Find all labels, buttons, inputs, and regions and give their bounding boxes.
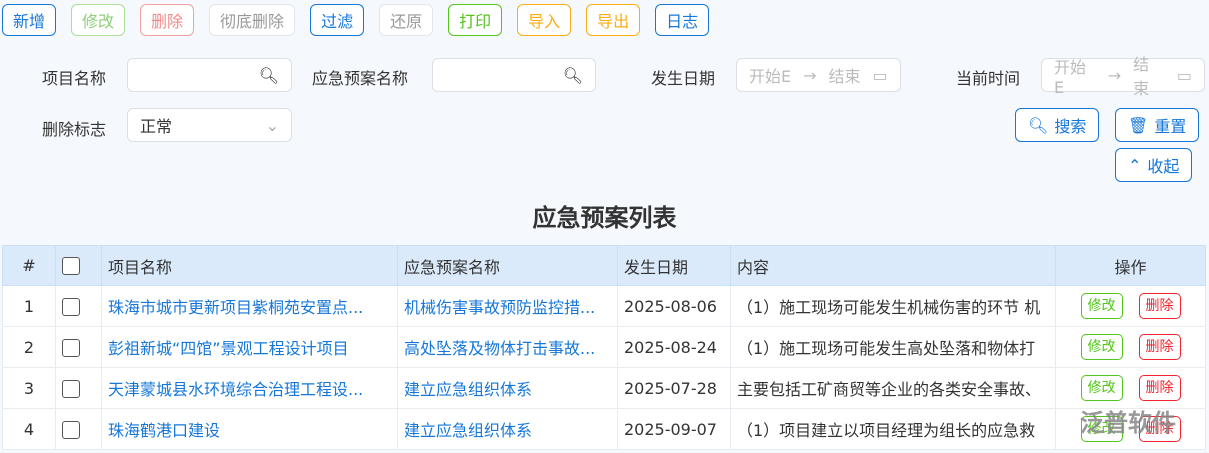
content-cell: 主要包括工矿商贸等企业的各类安全事故、 xyxy=(730,367,1056,409)
column-header-5: 内容 xyxy=(730,245,1056,286)
toolbar-button-2[interactable]: 删除 xyxy=(140,4,195,36)
column-header-0: # xyxy=(2,245,56,286)
date-cell: 2025-08-06 xyxy=(617,285,731,327)
plan-name-link[interactable]: 建立应急组织体系 xyxy=(397,367,618,409)
row-checkbox[interactable] xyxy=(62,379,80,398)
edit-button[interactable]: 修改 xyxy=(1080,375,1123,401)
search-label: 搜索 xyxy=(1054,117,1087,136)
time-range-picker[interactable]: 开始E → 结束 ▭ xyxy=(1041,55,1205,98)
current-time-label: 当前时间 xyxy=(956,69,1021,88)
actions-cell: 修改 删除 xyxy=(1055,326,1206,368)
start-time: 开始E xyxy=(1054,57,1087,97)
project-name-input[interactable]: 🔍︎ xyxy=(127,58,292,92)
row-index: 2 xyxy=(2,326,56,368)
edit-button[interactable]: 修改 xyxy=(1080,293,1123,319)
toolbar-button-8[interactable]: 导出 xyxy=(586,4,641,36)
delete-button[interactable]: 删除 xyxy=(1138,293,1181,319)
trash-icon: 🗑︎ xyxy=(1128,115,1149,135)
edit-button[interactable]: 修改 xyxy=(1080,334,1123,360)
row-checkbox-cell xyxy=(55,408,102,450)
project-name-label: 项目名称 xyxy=(42,69,107,88)
table-row: 2 彭祖新城“四馆”景观工程设计项目 高处坠落及物体打击事故... 2025-0… xyxy=(2,326,1206,368)
date-label: 发生日期 xyxy=(651,69,716,88)
start-date: 开始E xyxy=(749,67,792,86)
selected-value: 正常 xyxy=(140,117,173,136)
column-header-2: 项目名称 xyxy=(101,245,398,286)
toolbar-button-9[interactable]: 日志 xyxy=(655,4,710,36)
project-name-link[interactable]: 珠海鹤港口建设 xyxy=(101,408,398,450)
delete-button[interactable]: 删除 xyxy=(1138,334,1181,360)
toolbar-button-4[interactable]: 过滤 xyxy=(310,4,365,36)
project-name-link[interactable]: 彭祖新城“四馆”景观工程设计项目 xyxy=(101,326,398,368)
toolbar-button-5[interactable]: 还原 xyxy=(379,4,434,36)
table-row: 4 珠海鹤港口建设 建立应急组织体系 2025-09-07 （1）项目建立以项目… xyxy=(2,408,1206,450)
plan-name-input[interactable]: 🔍︎ xyxy=(432,58,596,92)
row-index: 3 xyxy=(2,367,56,409)
row-checkbox[interactable] xyxy=(62,297,80,316)
select-all-checkbox[interactable] xyxy=(62,257,80,276)
plan-name-link[interactable]: 建立应急组织体系 xyxy=(397,408,618,450)
arrow-right-icon: → xyxy=(1107,65,1122,85)
column-header-4: 发生日期 xyxy=(617,245,731,286)
row-checkbox-cell xyxy=(55,367,102,409)
reset-label: 重置 xyxy=(1154,117,1187,136)
row-checkbox[interactable] xyxy=(62,420,80,439)
plan-name-link[interactable]: 高处坠落及物体打击事故... xyxy=(397,326,618,368)
row-checkbox-cell xyxy=(55,285,102,327)
delete-button[interactable]: 删除 xyxy=(1138,375,1181,401)
date-cell: 2025-08-24 xyxy=(617,326,731,368)
end-date: 结束 xyxy=(828,67,861,86)
plan-table: # 项目名称 应急预案名称 发生日期 内容 操作 1 珠海市城市更新项目紫桐苑安置点...… xyxy=(2,245,1206,450)
plan-name-label: 应急预案名称 xyxy=(312,69,409,88)
actions-cell: 修改 删除 xyxy=(1055,285,1206,327)
end-time: 结束 xyxy=(1133,55,1150,98)
watermark-logo: 泛普软件 xyxy=(1080,409,1176,437)
content-cell: （1）施工现场可能发生高处坠落和物体打 xyxy=(730,326,1056,368)
table-row: 3 天津蒙城县水环境综合治理工程设... 建立应急组织体系 2025-07-28… xyxy=(2,367,1206,409)
toolbar-button-1[interactable]: 修改 xyxy=(71,4,126,36)
search-icon: 🔍︎ xyxy=(562,65,583,85)
search-button[interactable]: 🔍︎ 搜索 xyxy=(1015,108,1100,142)
calendar-icon: ▭ xyxy=(872,65,888,85)
date-range-picker[interactable]: 开始E → 结束 ▭ xyxy=(736,58,901,92)
toolbar-button-6[interactable]: 打印 xyxy=(448,4,503,36)
row-checkbox[interactable] xyxy=(62,338,80,357)
row-index: 4 xyxy=(2,408,56,450)
table-title: 应急预案列表 xyxy=(532,204,677,232)
content-cell: （1）施工现场可能发生机械伤害的环节 机 xyxy=(730,285,1056,327)
project-name-link[interactable]: 珠海市城市更新项目紫桐苑安置点... xyxy=(101,285,398,327)
toolbar: 新增 修改 删除 彻底删除 过滤 还原 打印 导入 导出 日志 xyxy=(2,4,710,36)
search-icon: 🔍︎ xyxy=(258,65,279,85)
chevron-down-icon: ⌄ xyxy=(265,115,279,135)
arrow-right-icon: → xyxy=(803,65,817,85)
project-name-link[interactable]: 天津蒙城县水环境综合治理工程设... xyxy=(101,367,398,409)
toolbar-button-3[interactable]: 彻底删除 xyxy=(209,4,296,36)
toolbar-button-7[interactable]: 导入 xyxy=(517,4,572,36)
date-cell: 2025-07-28 xyxy=(617,367,731,409)
column-header-1 xyxy=(55,245,102,286)
content-cell: （1）项目建立以项目经理为组长的应急救 xyxy=(730,408,1056,450)
row-checkbox-cell xyxy=(55,326,102,368)
chevron-up-down-icon: ⌃ xyxy=(1128,155,1142,175)
date-cell: 2025-09-07 xyxy=(617,408,731,450)
plan-name-link[interactable]: 机械伤害事故预防监控措... xyxy=(397,285,618,327)
toolbar-button-0[interactable]: 新增 xyxy=(2,4,57,36)
reset-button[interactable]: 🗑︎ 重置 xyxy=(1115,108,1200,142)
table-row: 1 珠海市城市更新项目紫桐苑安置点... 机械伤害事故预防监控措... 2025… xyxy=(2,285,1206,327)
column-header-3: 应急预案名称 xyxy=(397,245,618,286)
collapse-button[interactable]: ⌃ 收起 xyxy=(1115,148,1193,182)
search-icon: 🔍︎ xyxy=(1028,115,1049,135)
column-header-6: 操作 xyxy=(1055,245,1206,286)
delete-flag-select[interactable]: 正常 ⌄ xyxy=(127,108,292,142)
collapse-label: 收起 xyxy=(1147,157,1180,176)
row-index: 1 xyxy=(2,285,56,327)
calendar-icon: ▭ xyxy=(1176,65,1192,85)
delete-flag-label: 删除标志 xyxy=(42,120,107,139)
